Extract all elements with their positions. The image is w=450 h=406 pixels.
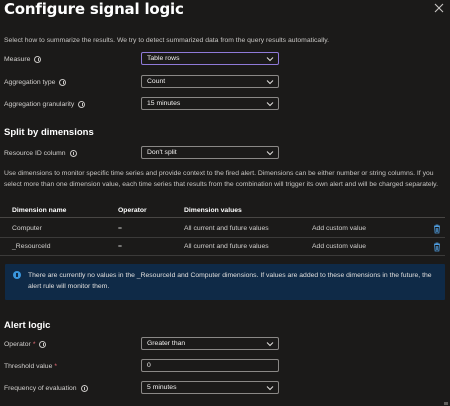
aggregation-granularity-dropdown[interactable]: 15 minutes [141, 97, 279, 110]
info-icon[interactable] [69, 149, 77, 157]
threshold-label: Threshold value [4, 362, 53, 370]
dimension-operator[interactable]: = [118, 243, 122, 250]
info-icon[interactable] [78, 100, 86, 108]
threshold-value: 0 [147, 362, 151, 369]
info-icon [13, 271, 21, 279]
dimension-values[interactable]: All current and future values [184, 243, 269, 250]
operator-label: Operator [4, 340, 31, 348]
resource-id-label: Resource ID column [4, 149, 66, 157]
split-by-dimensions-heading: Split by dimensions [4, 127, 94, 138]
resource-id-label-row: Resource ID column [4, 146, 77, 160]
add-custom-value[interactable]: Add custom value [312, 225, 366, 232]
page-title: Configure signal logic [4, 0, 184, 18]
alert-logic-heading: Alert logic [4, 320, 51, 331]
frequency-dropdown[interactable]: 5 minutes [141, 381, 279, 394]
threshold-label-row: Threshold value * [4, 359, 57, 373]
operator-label-row: Operator * [4, 337, 47, 351]
chevron-down-icon [266, 102, 274, 107]
aggregation-granularity-label: Aggregation granularity [4, 100, 75, 108]
table-row: Computer = All current and future values… [0, 220, 445, 238]
operator-dropdown[interactable]: Greater than [141, 337, 279, 350]
scrollbar[interactable] [444, 402, 448, 405]
chevron-down-icon [266, 80, 274, 85]
column-header: Dimension values [184, 207, 242, 214]
measure-label-row: Measure [4, 52, 42, 66]
aggregation-type-dropdown[interactable]: Count [141, 75, 279, 88]
delete-icon[interactable] [433, 224, 441, 234]
dimension-operator[interactable]: = [118, 225, 122, 232]
aggregation-granularity-label-row: Aggregation granularity [4, 97, 86, 111]
measure-dropdown[interactable]: Table rows [141, 52, 279, 65]
info-banner: There are currently no values in the _Re… [5, 264, 445, 300]
chevron-down-icon [266, 57, 274, 62]
threshold-input[interactable]: 0 [141, 359, 279, 372]
frequency-label: Frequency of evaluation [4, 384, 77, 392]
column-header: Dimension name [12, 207, 67, 214]
info-icon[interactable] [80, 384, 88, 392]
chevron-down-icon [266, 386, 274, 391]
measure-label: Measure [4, 55, 31, 63]
chevron-down-icon [266, 151, 274, 156]
aggregation-type-label-row: Aggregation type [4, 75, 67, 89]
info-icon[interactable] [59, 78, 67, 86]
dimensions-table-header: Dimension name Operator Dimension values [0, 204, 445, 218]
operator-value: Greater than [147, 340, 186, 347]
column-header: Operator [118, 207, 147, 214]
intro-text: Select how to summarize the results. We … [4, 37, 329, 44]
frequency-label-row: Frequency of evaluation [4, 381, 88, 395]
close-icon[interactable] [434, 3, 444, 13]
delete-icon[interactable] [433, 242, 441, 252]
aggregation-type-value: Count [147, 78, 166, 85]
resource-id-dropdown[interactable]: Don't split [141, 146, 279, 159]
measure-value: Table rows [147, 55, 180, 62]
add-custom-value[interactable]: Add custom value [312, 243, 366, 250]
table-row: _ResourceId = All current and future val… [0, 238, 445, 256]
dimension-name: _ResourceId [12, 243, 51, 250]
resource-id-value: Don't split [147, 149, 177, 156]
info-icon[interactable] [39, 340, 47, 348]
required-marker: * [32, 340, 36, 348]
info-icon[interactable] [34, 55, 42, 63]
aggregation-type-label: Aggregation type [4, 78, 56, 86]
required-marker: * [54, 362, 58, 370]
split-description: Use dimensions to monitor specific time … [4, 170, 438, 188]
dimension-values[interactable]: All current and future values [184, 225, 269, 232]
aggregation-granularity-value: 15 minutes [147, 100, 181, 107]
info-banner-text: There are currently no values in the _Re… [28, 272, 432, 290]
frequency-value: 5 minutes [147, 384, 177, 391]
chevron-down-icon [266, 342, 274, 347]
dimension-name: Computer [12, 225, 42, 232]
